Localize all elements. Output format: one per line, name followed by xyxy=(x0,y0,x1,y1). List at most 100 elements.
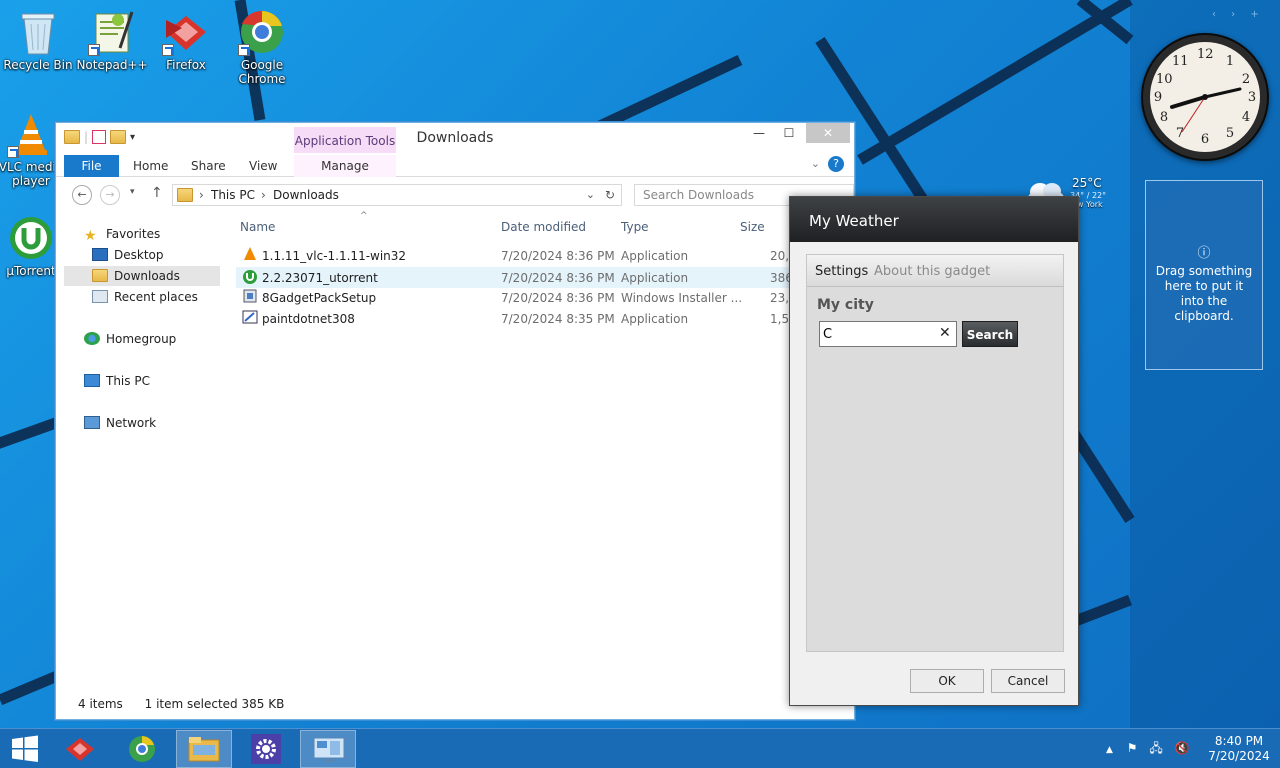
nav-label: Network xyxy=(106,416,157,430)
vlc-file-icon xyxy=(242,246,258,269)
sidebar-nav-arrows[interactable]: ‹ › + xyxy=(1212,9,1265,20)
folder-icon xyxy=(177,188,193,202)
help-icon[interactable]: ? xyxy=(828,156,844,172)
file-size: 23,970 xyxy=(770,291,790,305)
explorer-titlebar[interactable]: | ▾ Application Tools Downloads — ☐ ✕ xyxy=(56,123,854,153)
homegroup-icon xyxy=(84,332,100,345)
sort-ascending-icon: ^ xyxy=(360,211,368,221)
show-hidden-icons[interactable]: ▲ xyxy=(1106,745,1113,755)
taskbar-file-explorer[interactable] xyxy=(176,730,232,768)
taskbar-settings[interactable] xyxy=(238,730,294,768)
file-size: 20,581 xyxy=(770,249,790,263)
close-button[interactable]: ✕ xyxy=(806,123,850,143)
minimize-button[interactable]: — xyxy=(744,123,774,143)
start-button[interactable] xyxy=(0,730,50,768)
tab-file[interactable]: File xyxy=(64,155,119,177)
address-bar[interactable]: › This PC › Downloads ⌄ ↻ xyxy=(172,184,622,206)
network-icon xyxy=(84,416,100,429)
back-button[interactable]: ← xyxy=(72,185,92,205)
column-date-modified[interactable]: Date modified xyxy=(501,220,586,234)
nav-network[interactable]: Network xyxy=(84,413,156,433)
file-type: Windows Installer ... xyxy=(621,291,743,305)
tab-home[interactable]: Home xyxy=(133,155,168,177)
ok-button[interactable]: OK xyxy=(910,669,984,693)
status-bar: 4 items 1 item selected 385 KB xyxy=(78,697,284,711)
desktop: Recycle Bin Notepad++ Firefox Google Chr… xyxy=(0,0,1280,728)
file-name: 8GadgetPackSetup xyxy=(262,291,377,305)
desktop-icon-recycle-bin[interactable]: Recycle Bin xyxy=(0,8,76,72)
clipboard-gadget[interactable]: ⓘ Drag something here to put it into the… xyxy=(1145,180,1263,370)
tab-share[interactable]: Share xyxy=(191,155,226,177)
nav-downloads[interactable]: Downloads xyxy=(64,266,220,286)
clock-face: 12 1 2 3 4 5 6 7 8 9 10 11 xyxy=(1150,42,1260,152)
recent-locations-icon[interactable]: ▾ xyxy=(130,187,135,197)
address-dropdown-icon[interactable]: ⌄ xyxy=(586,188,595,201)
file-explorer-window[interactable]: | ▾ Application Tools Downloads — ☐ ✕ Fi… xyxy=(55,122,855,720)
taskbar-date: 7/20/2024 xyxy=(1208,749,1270,763)
installer-file-icon xyxy=(242,288,258,311)
file-row[interactable]: paintdotnet308 7/20/2024 8:35 PM Applica… xyxy=(236,309,854,330)
weather-settings-dialog[interactable]: My Weather Settings About this gadget My… xyxy=(789,196,1079,706)
settings-panel: Settings About this gadget My city ✕ Sea… xyxy=(806,254,1064,652)
address-row: ← → ▾ ↑ › This PC › Downloads ⌄ ↻ Search… xyxy=(56,177,854,211)
selection-info: 1 item selected 385 KB xyxy=(144,697,285,711)
column-type[interactable]: Type xyxy=(621,220,649,234)
file-date: 7/20/2024 8:35 PM xyxy=(501,312,615,326)
volume-muted-icon[interactable]: 🔇 xyxy=(1175,741,1190,755)
refresh-icon[interactable]: ↻ xyxy=(605,188,615,202)
windows-logo-icon xyxy=(12,735,38,762)
desktop-icon-chrome[interactable]: Google Chrome xyxy=(224,8,300,86)
desktop-icon-label: Notepad++ xyxy=(76,58,148,72)
file-date: 7/20/2024 8:36 PM xyxy=(501,291,615,305)
taskbar-chrome[interactable] xyxy=(114,730,170,768)
maximize-button[interactable]: ☐ xyxy=(774,123,804,143)
desktop-icon-firefox[interactable]: Firefox xyxy=(148,8,224,72)
navigation-pane: ★ Favorites Desktop Downloads Recent plac… xyxy=(56,211,226,681)
tab-about[interactable]: About this gadget xyxy=(874,264,990,279)
taskbar-firefox[interactable] xyxy=(52,730,108,768)
desktop-icon-label: Recycle Bin xyxy=(3,58,73,72)
breadcrumb-this-pc[interactable]: This PC xyxy=(211,188,255,202)
nav-recent-places[interactable]: Recent places xyxy=(92,287,198,307)
column-name[interactable]: Name xyxy=(240,220,275,234)
nav-label: Favorites xyxy=(106,227,161,241)
taskbar-clock[interactable]: 8:40 PM 7/20/2024 xyxy=(1206,734,1272,764)
column-size[interactable]: Size xyxy=(740,220,765,234)
file-type: Application xyxy=(621,271,689,285)
shortcut-arrow-icon xyxy=(88,44,100,56)
desktop-icon-notepadpp[interactable]: Notepad++ xyxy=(74,8,150,72)
file-row[interactable]: 8GadgetPackSetup 7/20/2024 8:36 PM Windo… xyxy=(236,288,854,309)
file-row-selected[interactable]: 2.2.23071_utorrent 7/20/2024 8:36 PM App… xyxy=(236,267,854,288)
clock-gadget[interactable]: 12 1 2 3 4 5 6 7 8 9 10 11 xyxy=(1141,33,1269,161)
info-icon: ⓘ xyxy=(1197,246,1211,261)
breadcrumb-separator: › xyxy=(199,188,204,202)
taskbar-gadgets[interactable] xyxy=(300,730,356,768)
city-input[interactable] xyxy=(819,321,957,347)
shortcut-arrow-icon xyxy=(238,44,250,56)
nav-this-pc[interactable]: This PC xyxy=(84,371,150,391)
flag-icon[interactable]: ⚑ xyxy=(1127,741,1138,755)
nav-label: Downloads xyxy=(114,269,180,283)
tab-settings[interactable]: Settings xyxy=(815,264,868,279)
cancel-button[interactable]: Cancel xyxy=(991,669,1065,693)
tab-manage[interactable]: Manage xyxy=(294,155,396,177)
file-row[interactable]: 1.1.11_vlc-1.1.11-win32 7/20/2024 8:36 P… xyxy=(236,246,854,267)
expand-ribbon-icon[interactable]: ⌄ xyxy=(811,157,820,170)
search-button[interactable]: Search xyxy=(962,321,1018,347)
gadgets-icon xyxy=(313,737,345,762)
up-button[interactable]: ↑ xyxy=(151,185,163,201)
network-icon[interactable]: 🖧 xyxy=(1149,741,1162,755)
file-date: 7/20/2024 8:36 PM xyxy=(501,271,615,285)
file-name: paintdotnet308 xyxy=(262,312,355,326)
downloads-folder-icon xyxy=(92,269,108,282)
clear-icon[interactable]: ✕ xyxy=(939,325,951,341)
nav-favorites[interactable]: ★ Favorites xyxy=(84,224,160,244)
paintnet-file-icon xyxy=(242,309,258,332)
tab-view[interactable]: View xyxy=(249,155,277,177)
nav-homegroup[interactable]: Homegroup xyxy=(84,329,176,349)
breadcrumb-downloads[interactable]: Downloads xyxy=(273,188,339,202)
forward-button[interactable]: → xyxy=(100,185,120,205)
nav-desktop[interactable]: Desktop xyxy=(92,245,164,265)
taskbar-time: 8:40 PM xyxy=(1214,734,1264,748)
nav-label: Recent places xyxy=(114,290,198,304)
